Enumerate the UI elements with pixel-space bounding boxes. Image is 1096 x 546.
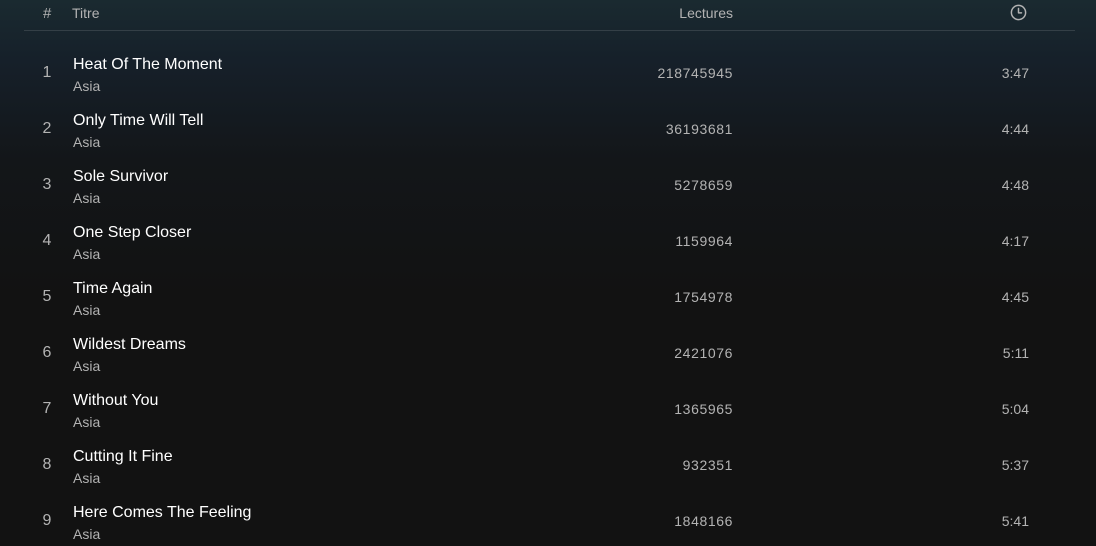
track-number: 2 <box>42 120 52 137</box>
track-plays: 218745945 <box>657 65 733 81</box>
track-duration: 5:37 <box>1001 457 1029 473</box>
track-number: 3 <box>42 176 52 193</box>
track-title-cell: Here Comes The Feeling Asia <box>73 503 251 543</box>
track-row[interactable]: 9 Here Comes The Feeling Asia 1848166 5:… <box>24 493 1075 546</box>
track-duration: 4:17 <box>1001 233 1029 249</box>
track-duration: 5:41 <box>1001 513 1029 529</box>
track-artist[interactable]: Asia <box>73 357 186 375</box>
track-number: 6 <box>42 344 52 361</box>
track-duration: 5:04 <box>1001 401 1029 417</box>
track-artist[interactable]: Asia <box>73 301 152 319</box>
track-row[interactable]: 1 Heat Of The Moment Asia 218745945 3:47 <box>24 45 1075 101</box>
track-artist[interactable]: Asia <box>73 77 222 95</box>
track-number: 4 <box>42 232 52 249</box>
track-plays: 1159964 <box>675 233 733 249</box>
track-duration: 4:48 <box>1001 177 1029 193</box>
track-name[interactable]: One Step Closer <box>73 223 191 243</box>
track-plays: 5278659 <box>674 177 733 193</box>
track-name[interactable]: Heat Of The Moment <box>73 55 222 75</box>
header-title[interactable]: Titre <box>72 5 99 21</box>
track-duration: 4:45 <box>1001 289 1029 305</box>
tracklist: # Titre Lectures 1 Heat Of The Moment As… <box>0 0 1096 546</box>
track-title-cell: Wildest Dreams Asia <box>73 335 186 375</box>
track-artist[interactable]: Asia <box>73 133 203 151</box>
track-artist[interactable]: Asia <box>73 525 251 543</box>
track-title-cell: Only Time Will Tell Asia <box>73 111 203 151</box>
track-plays: 1365965 <box>674 401 733 417</box>
tracklist-header: # Titre Lectures <box>24 0 1075 31</box>
track-name[interactable]: Sole Survivor <box>73 167 168 187</box>
track-duration: 4:44 <box>1001 121 1029 137</box>
track-duration: 5:11 <box>1002 345 1029 361</box>
track-row[interactable]: 3 Sole Survivor Asia 5278659 4:48 <box>24 157 1075 213</box>
track-row[interactable]: 5 Time Again Asia 1754978 4:45 <box>24 269 1075 325</box>
track-artist[interactable]: Asia <box>73 245 191 263</box>
track-name[interactable]: Cutting It Fine <box>73 447 173 467</box>
header-plays[interactable]: Lectures <box>679 5 733 21</box>
track-title-cell: Without You Asia <box>73 391 158 431</box>
track-name[interactable]: Only Time Will Tell <box>73 111 203 131</box>
track-plays: 1848166 <box>674 513 733 529</box>
track-artist[interactable]: Asia <box>73 189 168 207</box>
track-name[interactable]: Time Again <box>73 279 152 299</box>
track-plays: 932351 <box>682 457 733 473</box>
track-artist[interactable]: Asia <box>73 469 173 487</box>
track-name[interactable]: Without You <box>73 391 158 411</box>
track-number: 9 <box>42 512 52 529</box>
track-title-cell: One Step Closer Asia <box>73 223 191 263</box>
clock-icon[interactable] <box>1010 4 1027 21</box>
track-plays: 2421076 <box>674 345 733 361</box>
track-title-cell: Sole Survivor Asia <box>73 167 168 207</box>
header-number: # <box>43 5 52 22</box>
track-number: 7 <box>42 400 52 417</box>
track-plays: 1754978 <box>674 289 733 305</box>
track-number: 5 <box>42 288 52 305</box>
track-row[interactable]: 6 Wildest Dreams Asia 2421076 5:11 <box>24 325 1075 381</box>
track-row[interactable]: 2 Only Time Will Tell Asia 36193681 4:44 <box>24 101 1075 157</box>
track-artist[interactable]: Asia <box>73 413 158 431</box>
track-row[interactable]: 8 Cutting It Fine Asia 932351 5:37 <box>24 437 1075 493</box>
track-number: 8 <box>42 456 52 473</box>
track-plays: 36193681 <box>665 121 733 137</box>
track-name[interactable]: Here Comes The Feeling <box>73 503 251 523</box>
track-row[interactable]: 7 Without You Asia 1365965 5:04 <box>24 381 1075 437</box>
track-title-cell: Cutting It Fine Asia <box>73 447 173 487</box>
track-title-cell: Heat Of The Moment Asia <box>73 55 222 95</box>
track-title-cell: Time Again Asia <box>73 279 152 319</box>
track-rows: 1 Heat Of The Moment Asia 218745945 3:47… <box>24 45 1075 546</box>
track-number: 1 <box>42 64 52 81</box>
track-duration: 3:47 <box>1001 65 1029 81</box>
track-row[interactable]: 4 One Step Closer Asia 1159964 4:17 <box>24 213 1075 269</box>
track-name[interactable]: Wildest Dreams <box>73 335 186 355</box>
